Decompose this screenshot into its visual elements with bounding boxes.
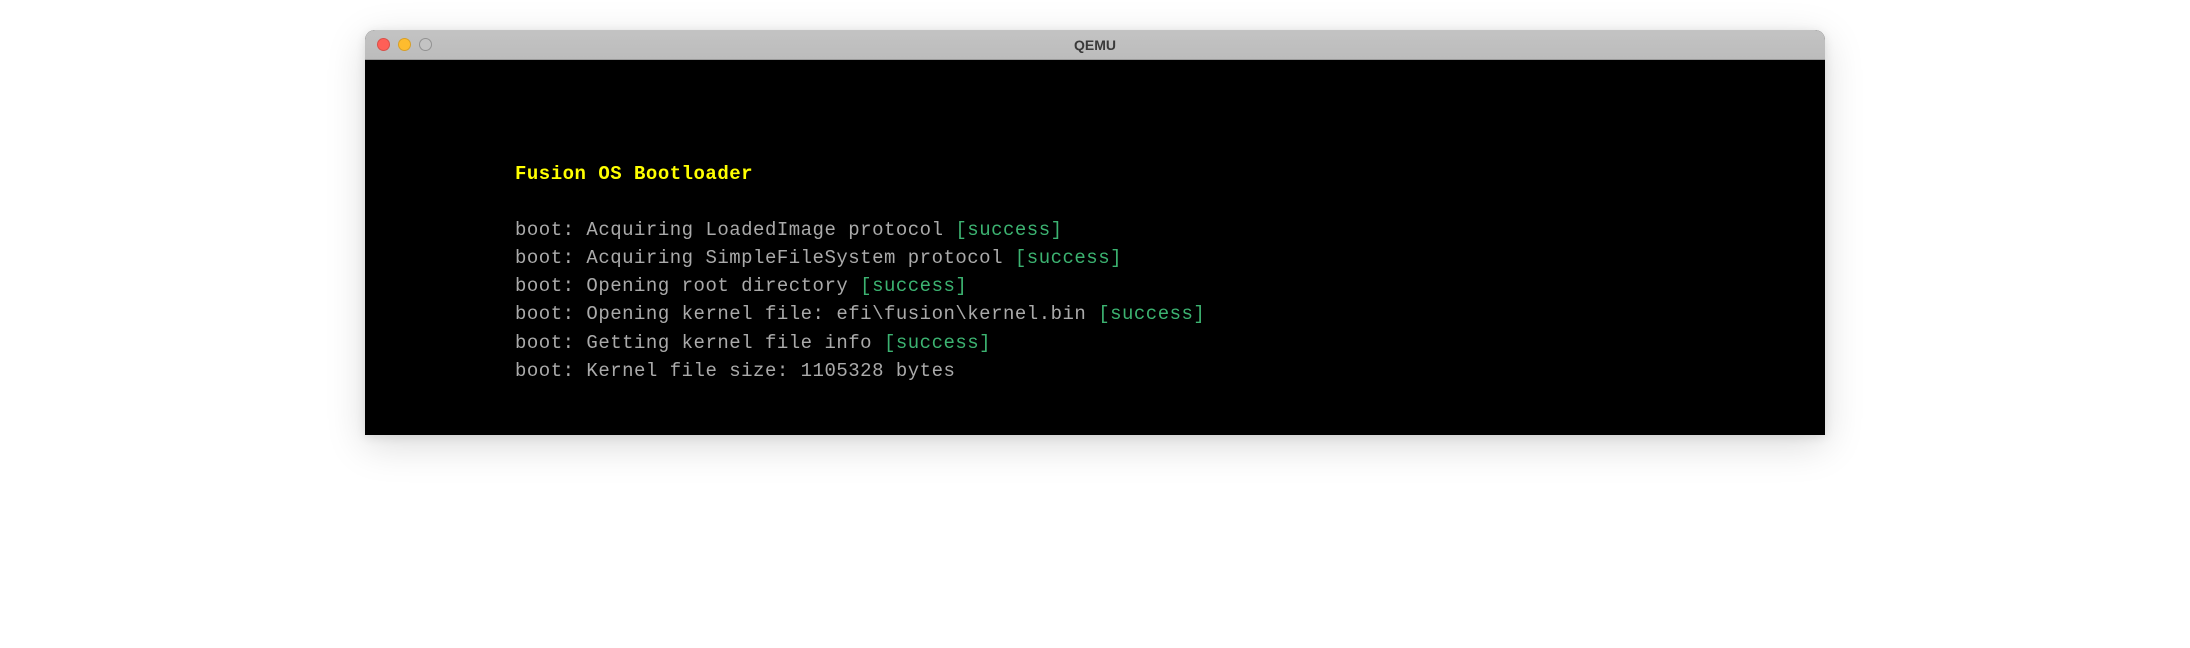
close-icon[interactable]	[377, 38, 390, 51]
status-badge: [success]	[955, 219, 1062, 241]
status-badge: [success]	[860, 275, 967, 297]
boot-prefix: boot:	[515, 303, 586, 325]
boot-message: Getting kernel file info	[586, 332, 884, 354]
boot-message: Opening kernel file: efi\fusion\kernel.b…	[586, 303, 1098, 325]
boot-log-line: boot: Acquiring SimpleFileSystem protoco…	[515, 244, 1825, 272]
boot-message: Kernel file size: 1105328 bytes	[586, 360, 955, 382]
boot-prefix: boot:	[515, 275, 586, 297]
status-badge: [success]	[1098, 303, 1205, 325]
terminal-output: Fusion OS Bootloader boot: Acquiring Loa…	[365, 60, 1825, 435]
boot-prefix: boot:	[515, 219, 586, 241]
status-badge: [success]	[1015, 247, 1122, 269]
boot-prefix: boot:	[515, 360, 586, 382]
boot-message: Acquiring LoadedImage protocol	[586, 219, 955, 241]
traffic-lights	[365, 38, 432, 51]
bootloader-title: Fusion OS Bootloader	[515, 160, 1825, 188]
qemu-window: QEMU Fusion OS Bootloader boot: Acquirin…	[365, 30, 1825, 435]
window-title: QEMU	[365, 37, 1825, 53]
boot-prefix: boot:	[515, 247, 586, 269]
boot-message: Opening root directory	[586, 275, 860, 297]
boot-log-line: boot: Opening kernel file: efi\fusion\ke…	[515, 300, 1825, 328]
boot-log-line: boot: Acquiring LoadedImage protocol [su…	[515, 216, 1825, 244]
window-titlebar[interactable]: QEMU	[365, 30, 1825, 60]
boot-message: Acquiring SimpleFileSystem protocol	[586, 247, 1014, 269]
status-badge: [success]	[884, 332, 991, 354]
boot-log-line: boot: Opening root directory [success]	[515, 272, 1825, 300]
maximize-icon[interactable]	[419, 38, 432, 51]
boot-prefix: boot:	[515, 332, 586, 354]
boot-log-line: boot: Getting kernel file info [success]	[515, 329, 1825, 357]
boot-log-line: boot: Kernel file size: 1105328 bytes	[515, 357, 1825, 385]
minimize-icon[interactable]	[398, 38, 411, 51]
